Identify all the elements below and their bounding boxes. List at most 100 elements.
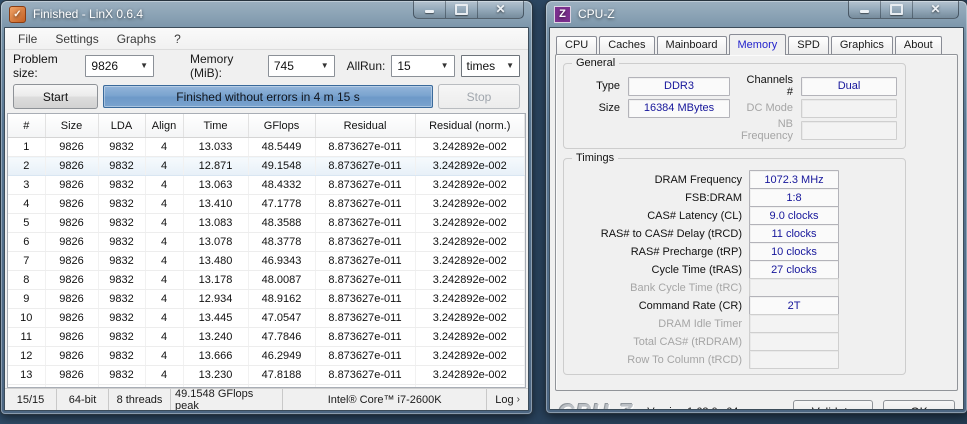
table-cell: 9832 (98, 214, 145, 233)
timing-value: 2T (749, 296, 839, 315)
table-cell: 3.242892e-002 (415, 214, 525, 233)
table-row[interactable]: 1098269832413.44547.05478.873627e-0113.2… (8, 309, 525, 328)
table-cell: 9826 (45, 290, 98, 309)
menu-item-graphs[interactable]: Graphs (108, 30, 165, 48)
column-header[interactable]: Residual (315, 114, 415, 138)
table-cell: 3.242892e-002 (415, 271, 525, 290)
table-cell: 9826 (45, 366, 98, 385)
table-cell: 3.242892e-002 (415, 138, 525, 157)
dc-mode-value (801, 99, 897, 118)
column-header[interactable]: Residual (norm.) (415, 114, 525, 138)
table-row[interactable]: 998269832412.93448.91628.873627e-0113.24… (8, 290, 525, 309)
linx-window: ✓ Finished - LinX 0.6.4 ✕ FileSettingsGr… (1, 1, 532, 414)
start-button[interactable]: Start (13, 84, 98, 109)
table-cell: 8.873627e-011 (315, 233, 415, 252)
tab-spd[interactable]: SPD (788, 36, 829, 54)
validate-button[interactable]: Validate (793, 400, 873, 411)
maximize-button[interactable] (881, 1, 913, 18)
timing-value: 27 clocks (749, 260, 839, 279)
table-row[interactable]: 398269832413.06348.43328.873627e-0113.24… (8, 176, 525, 195)
stop-button: Stop (438, 84, 520, 109)
log-link[interactable]: Log› (487, 389, 528, 410)
timing-row: Command Rate (CR)2T (564, 297, 905, 314)
column-header[interactable]: Align (145, 114, 183, 138)
table-row[interactable]: 298269832412.87149.15488.873627e-0113.24… (8, 157, 525, 176)
table-row[interactable]: 198269832413.03348.54498.873627e-0113.24… (8, 138, 525, 157)
table-cell: 8.873627e-011 (315, 271, 415, 290)
results-table[interactable]: #SizeLDAAlignTimeGFlopsResidualResidual … (8, 114, 525, 388)
table-row[interactable]: 598269832413.08348.35888.873627e-0113.24… (8, 214, 525, 233)
timing-value: 1:8 (749, 188, 839, 207)
cpuz-footer: CPU-Z Version 1.63.0.x64 Validate OK (550, 391, 963, 410)
column-header[interactable]: GFlops (248, 114, 315, 138)
menu-item-settings[interactable]: Settings (46, 30, 107, 48)
cpuz-logo: CPU-Z (558, 399, 633, 411)
minimize-button[interactable] (414, 1, 446, 18)
tab-graphics[interactable]: Graphics (831, 36, 893, 54)
table-cell: 3.242892e-002 (415, 366, 525, 385)
chevron-down-icon: ▼ (134, 61, 148, 70)
table-cell: 3.242892e-002 (415, 328, 525, 347)
table-row[interactable]: 1298269832413.66646.29498.873627e-0113.2… (8, 347, 525, 366)
tab-cpu[interactable]: CPU (556, 36, 597, 54)
table-cell: 12.871 (183, 157, 248, 176)
table-cell: 9 (8, 290, 45, 309)
column-header[interactable]: # (8, 114, 45, 138)
table-row[interactable]: 498269832413.41047.17788.873627e-0113.24… (8, 195, 525, 214)
timing-row: Cycle Time (tRAS)27 clocks (564, 261, 905, 278)
table-cell: 4 (145, 366, 183, 385)
version-text: Version 1.63.0.x64 (647, 406, 738, 410)
timing-value (749, 332, 839, 351)
table-row[interactable]: 1398269832413.23047.81888.873627e-0113.2… (8, 366, 525, 385)
table-cell: 10 (8, 309, 45, 328)
tab-mainboard[interactable]: Mainboard (657, 36, 727, 54)
timing-label: RAS# to CAS# Delay (tRCD) (564, 228, 742, 240)
table-row[interactable]: 798269832413.48046.93438.873627e-0113.24… (8, 252, 525, 271)
nb-frequency-value (801, 121, 897, 140)
tab-memory[interactable]: Memory (729, 34, 787, 55)
table-cell: 13.063 (183, 176, 248, 195)
table-cell: 47.7846 (248, 328, 315, 347)
minimize-button[interactable] (849, 1, 881, 18)
linx-menubar: FileSettingsGraphs? (5, 28, 528, 50)
table-row[interactable]: 698269832413.07848.37788.873627e-0113.24… (8, 233, 525, 252)
ok-button[interactable]: OK (883, 400, 955, 411)
timing-label: RAS# Precharge (tRP) (564, 246, 742, 258)
memory-tab-panel: General Type DDR3 Channels # Dual Size 1… (555, 54, 958, 391)
tab-caches[interactable]: Caches (599, 36, 654, 54)
run-count-select[interactable]: 15▼ (391, 55, 454, 77)
type-label: Type (578, 80, 620, 92)
table-header-row[interactable]: #SizeLDAAlignTimeGFlopsResidualResidual … (8, 114, 525, 138)
table-cell: 9826 (45, 157, 98, 176)
close-button[interactable]: ✕ (478, 1, 523, 18)
cpuz-tabs: CPUCachesMainboardMemorySPDGraphicsAbout (550, 28, 963, 54)
column-header[interactable]: LDA (98, 114, 145, 138)
linx-run-row: Start Finished without errors in 4 m 15 … (5, 81, 528, 112)
table-cell: 9826 (45, 176, 98, 195)
table-cell: 13.230 (183, 366, 248, 385)
table-row[interactable]: 898269832413.17848.00878.873627e-0113.24… (8, 271, 525, 290)
table-cell: 4 (145, 252, 183, 271)
table-row[interactable]: 1198269832413.24047.78468.873627e-0113.2… (8, 328, 525, 347)
column-header[interactable]: Size (45, 114, 98, 138)
table-cell: 13.083 (183, 214, 248, 233)
status-segment: 64-bit (57, 389, 109, 410)
maximize-button[interactable] (446, 1, 478, 18)
menu-item-file[interactable]: File (9, 30, 46, 48)
table-cell: 4 (145, 233, 183, 252)
linx-titlebar[interactable]: ✓ Finished - LinX 0.6.4 ✕ (1, 1, 532, 27)
table-cell: 8.873627e-011 (315, 309, 415, 328)
memory-select[interactable]: 745▼ (268, 55, 335, 77)
column-header[interactable]: Time (183, 114, 248, 138)
table-cell: 9826 (45, 195, 98, 214)
table-cell: 9832 (98, 366, 145, 385)
tab-about[interactable]: About (895, 36, 942, 54)
table-cell: 48.3778 (248, 233, 315, 252)
problem-size-select[interactable]: 9826▼ (85, 55, 154, 77)
close-button[interactable]: ✕ (913, 1, 958, 18)
menu-item-[interactable]: ? (165, 30, 190, 48)
run-units-select[interactable]: times▼ (461, 55, 520, 77)
results-table-wrap: #SizeLDAAlignTimeGFlopsResidualResidual … (7, 113, 526, 388)
chevron-down-icon: ▼ (500, 61, 514, 70)
cpuz-titlebar[interactable]: Z CPU-Z ✕ (546, 1, 967, 27)
